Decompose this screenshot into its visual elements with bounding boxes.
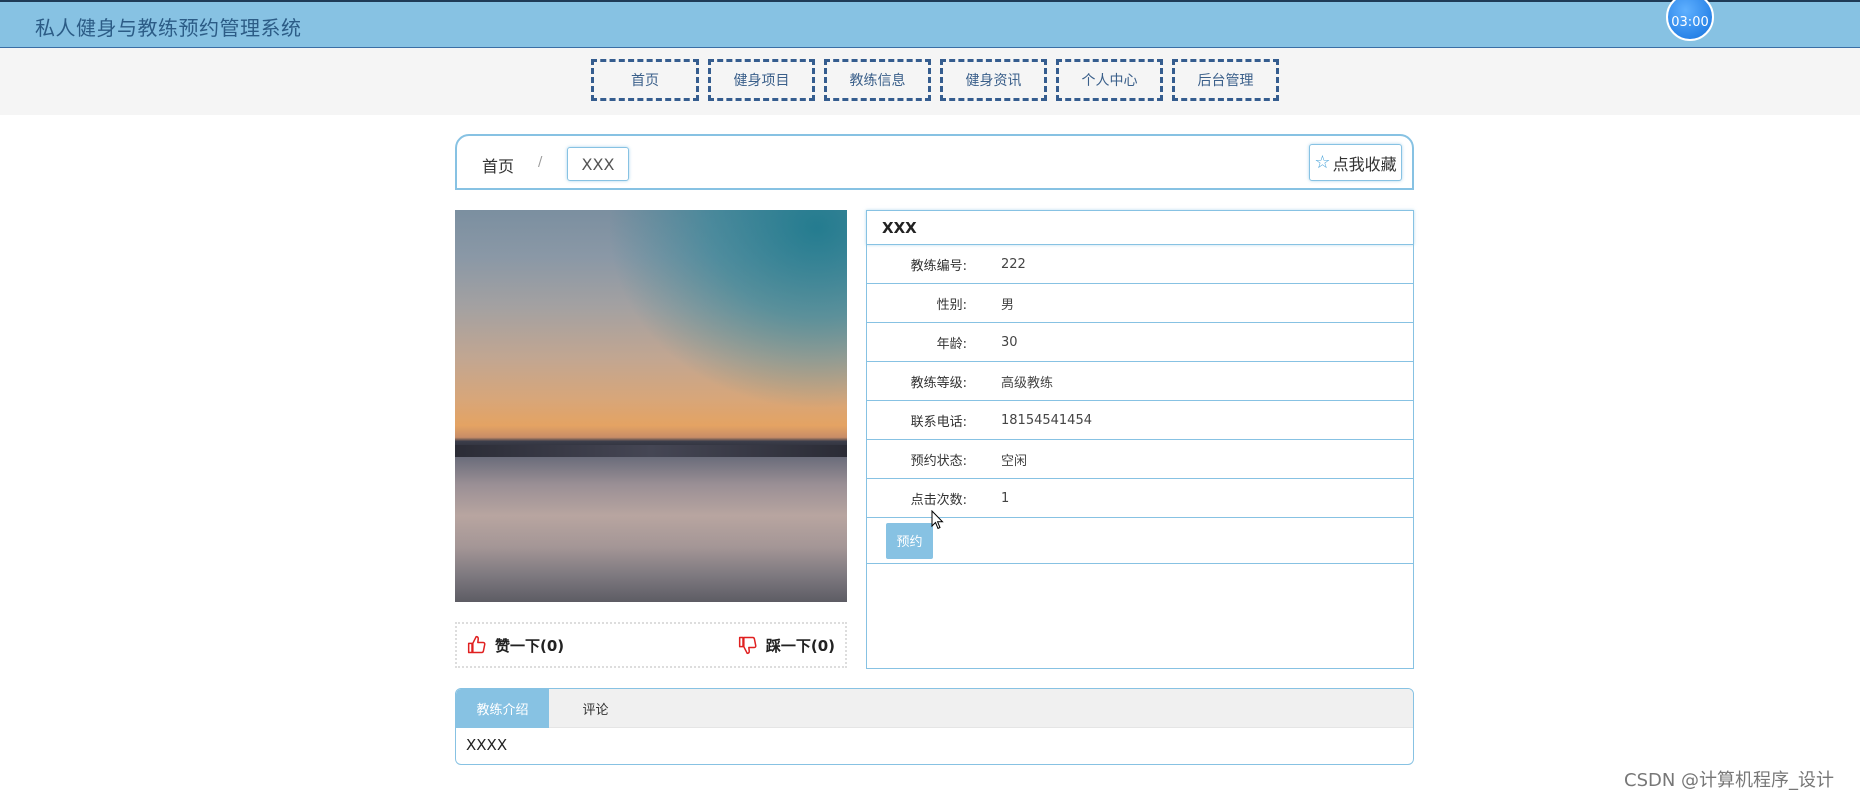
main-nav: 首页 健身项目 教练信息 健身资讯 个人中心 后台管理 [591, 59, 1279, 101]
detail-key: 预约状态: [910, 453, 967, 469]
detail-value: 222 [1001, 256, 1026, 272]
booking-row: 预约 [867, 518, 1413, 564]
star-outline-icon: ☆ [1314, 151, 1331, 173]
dislike-button[interactable]: 踩一下(0) [738, 635, 835, 656]
detail-value: 30 [1001, 334, 1018, 350]
detail-key: 联系电话: [910, 414, 967, 430]
thumbs-up-icon [467, 635, 486, 654]
detail-row-phone: 联系电话: 18154541454 [867, 401, 1413, 440]
nav-bar: 首页 健身项目 教练信息 健身资讯 个人中心 后台管理 [0, 48, 1860, 115]
coach-details-panel: XXX 教练编号: 222 性别: 男 年龄: 30 教练等级: 高级教练 联系… [866, 210, 1414, 669]
tab-coach-intro[interactable]: 教练介绍 [456, 689, 549, 728]
coach-photo [455, 210, 847, 602]
nav-item-fitness-news[interactable]: 健身资讯 [940, 59, 1047, 101]
detail-key: 点击次数: [910, 492, 967, 508]
detail-row-coach-id: 教练编号: 222 [867, 245, 1413, 284]
detail-key: 性别: [936, 297, 967, 313]
info-tabs: 教练介绍 评论 XXXX [455, 688, 1414, 765]
tab-comments[interactable]: 评论 [549, 689, 642, 728]
breadcrumb-current: XXX [567, 147, 629, 181]
tabs-header: 教练介绍 评论 [456, 689, 1413, 728]
detail-value: 1 [1001, 490, 1010, 506]
detail-key: 教练等级: [910, 375, 967, 391]
detail-row-gender: 性别: 男 [867, 284, 1413, 323]
detail-row-age: 年龄: 30 [867, 323, 1413, 362]
detail-key: 年龄: [936, 336, 967, 352]
mouse-pointer-icon [931, 510, 944, 530]
favorite-button[interactable]: ☆ 点我收藏 [1309, 144, 1402, 181]
app-title: 私人健身与教练预约管理系统 [35, 16, 302, 40]
breadcrumb-separator: / [538, 155, 543, 170]
detail-value: 18154541454 [1001, 412, 1092, 428]
detail-row-booking-status: 预约状态: 空闲 [867, 440, 1413, 479]
vote-bar: 赞一下(0) 踩一下(0) [455, 622, 847, 668]
watermark: CSDN @计算机程序_设计 [1624, 770, 1835, 791]
detail-row-level: 教练等级: 高级教练 [867, 362, 1413, 401]
like-button[interactable]: 赞一下(0) [467, 635, 564, 656]
like-label: 赞一下(0) [495, 636, 565, 655]
breadcrumb: 首页 / XXX ☆ 点我收藏 [455, 134, 1414, 190]
breadcrumb-home-link[interactable]: 首页 [482, 153, 514, 177]
tab-content: XXXX [466, 736, 508, 754]
detail-value: 男 [1001, 297, 1015, 313]
coach-name-title: XXX [866, 210, 1414, 245]
nav-item-personal-center[interactable]: 个人中心 [1056, 59, 1163, 101]
detail-value: 空闲 [1001, 453, 1028, 469]
nav-item-admin[interactable]: 后台管理 [1172, 59, 1279, 101]
nav-item-home[interactable]: 首页 [591, 59, 699, 101]
nav-item-coach-info[interactable]: 教练信息 [824, 59, 931, 101]
detail-key: 教练编号: [910, 258, 967, 274]
favorite-button-label: 点我收藏 [1332, 154, 1397, 174]
clock-badge: 03:00 [1666, 0, 1714, 41]
detail-row-click-count: 点击次数: 1 [867, 479, 1413, 518]
top-header-bar: 私人健身与教练预约管理系统 03:00 [0, 0, 1860, 48]
dislike-label: 踩一下(0) [765, 636, 835, 655]
thumbs-down-icon [738, 636, 757, 655]
detail-value: 高级教练 [1001, 375, 1054, 391]
book-button[interactable]: 预约 [886, 522, 933, 559]
nav-item-fitness-projects[interactable]: 健身项目 [708, 59, 815, 101]
